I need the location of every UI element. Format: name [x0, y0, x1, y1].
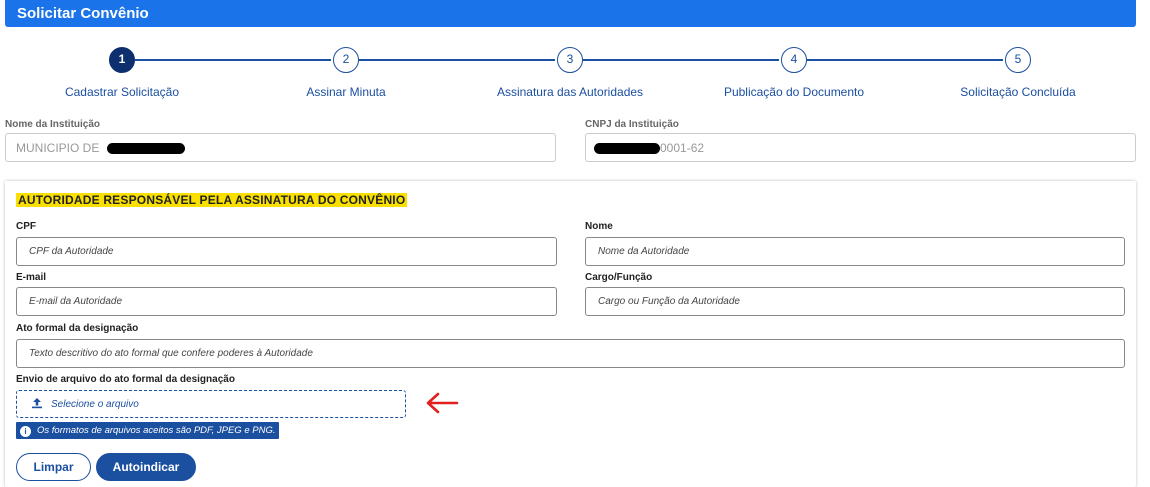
cargo-label: Cargo/Função	[585, 272, 653, 283]
step-1-label: Cadastrar Solicitação	[64, 85, 180, 99]
institution-cnpj-field: 0001-62	[585, 133, 1136, 162]
institution-cnpj-value: 0001-62	[660, 141, 705, 155]
step-connector	[135, 59, 331, 61]
step-connector	[583, 59, 779, 61]
clear-button[interactable]: Limpar	[16, 453, 91, 481]
step-connector	[807, 59, 1003, 61]
formats-info-badge: i Os formatos de arquivos aceitos são PDF…	[16, 422, 280, 439]
email-input[interactable]: E-mail da Autoridade	[16, 287, 557, 316]
page-title-bar: Solicitar Convênio	[5, 0, 1136, 27]
redaction-mark	[594, 143, 660, 155]
formats-info-text: Os formatos de arquivos aceitos são PDF,…	[37, 425, 276, 436]
authority-card: AUTORIDADE RESPONSÁVEL PELA ASSINATURA D…	[5, 181, 1136, 487]
step-2-label: Assinar Minuta	[306, 85, 386, 99]
file-upload-button[interactable]: Selecione o arquivo	[16, 390, 406, 418]
email-label: E-mail	[16, 272, 47, 283]
info-icon: i	[20, 426, 31, 437]
step-5-label: Solicitação Concluída	[960, 85, 1076, 99]
redaction-mark	[106, 143, 185, 155]
page-title: Solicitar Convênio	[17, 5, 149, 22]
nome-label: Nome	[585, 221, 613, 232]
ato-input[interactable]: Texto descritivo do ato formal que confe…	[16, 339, 1125, 368]
cpf-input[interactable]: CPF da Autoridade	[16, 237, 557, 266]
step-2-circle[interactable]: 2	[333, 47, 359, 73]
ato-label: Ato formal da designação	[16, 323, 139, 334]
step-3-label: Assinatura das Autoridades	[496, 85, 644, 99]
step-3-circle[interactable]: 3	[557, 47, 583, 73]
step-1-circle[interactable]: 1	[109, 47, 135, 73]
institution-name-value: MUNICIPIO DE	[16, 141, 100, 155]
step-connector	[359, 59, 555, 61]
institution-name-label: Nome da Instituição	[5, 119, 101, 130]
arrow-left-icon	[426, 392, 459, 414]
cpf-label: CPF	[16, 221, 36, 232]
upload-icon	[32, 398, 42, 409]
institution-name-field: MUNICIPIO DE	[5, 133, 556, 162]
section-title: AUTORIDADE RESPONSÁVEL PELA ASSINATURA D…	[16, 193, 408, 207]
upload-label: Envio de arquivo do ato formal da design…	[16, 374, 235, 385]
upload-button-label: Selecione o arquivo	[51, 399, 139, 410]
step-4-label: Publicação do Documento	[723, 85, 865, 99]
step-4-circle[interactable]: 4	[781, 47, 807, 73]
step-5-circle[interactable]: 5	[1005, 47, 1031, 73]
self-assign-button[interactable]: Autoindicar	[96, 453, 196, 481]
nome-input[interactable]: Nome da Autoridade	[585, 237, 1125, 266]
cargo-input[interactable]: Cargo ou Função da Autoridade	[585, 287, 1125, 316]
institution-cnpj-label: CNPJ da Instituição	[585, 119, 679, 130]
progress-stepper: 1 2 3 4 5 Cadastrar Solicitação Assinar …	[0, 45, 1150, 105]
